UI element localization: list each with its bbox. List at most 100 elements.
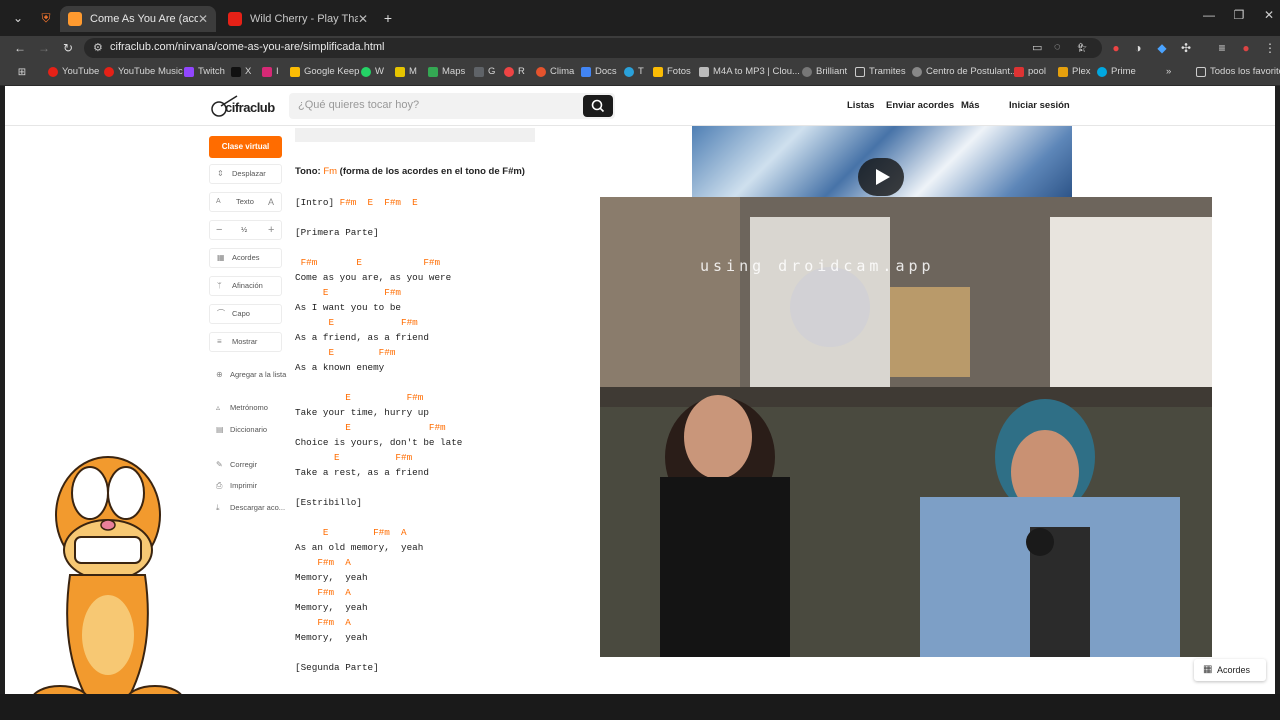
profile-avatar-icon[interactable]: ●: [1238, 40, 1254, 56]
capo-button[interactable]: ⌒ Capo: [209, 304, 282, 324]
lyric-line: Memory, yeah: [295, 602, 368, 613]
chord-line[interactable]: E F#m: [295, 392, 423, 404]
all-bookmarks[interactable]: Todos los favoritos: [1196, 66, 1280, 77]
chord-line[interactable]: E F#m: [295, 347, 395, 359]
reload-icon[interactable]: ↻: [60, 40, 76, 56]
address-bar[interactable]: ⚙ cifraclub.com/nirvana/come-as-you-are/…: [84, 38, 1102, 58]
floating-chords-button[interactable]: ▦ Acordes: [1194, 659, 1266, 681]
hide-icon[interactable]: ◌: [1054, 41, 1061, 53]
download-button[interactable]: ⤓ Descargar aco...: [213, 503, 285, 512]
new-tab-button[interactable]: +: [380, 10, 396, 26]
close-icon[interactable]: ✕: [198, 12, 208, 26]
search-button[interactable]: [583, 95, 613, 117]
dictionary-button[interactable]: ▤ Diccionario: [213, 425, 267, 434]
clase-virtual-button[interactable]: Clase virtual: [209, 136, 282, 158]
intro-line: [Intro] F#m E F#m E: [295, 197, 418, 209]
forward-icon[interactable]: →: [36, 40, 52, 56]
section-label: [Primera Parte]: [295, 227, 379, 238]
chord-line[interactable]: E F#m: [295, 452, 412, 464]
chord-sequence[interactable]: F#m E F#m E: [340, 197, 418, 208]
tab-come-as-you-are[interactable]: Come As You Are (acordes) - N ✕: [60, 6, 216, 32]
bookmarks-overflow-button[interactable]: »: [1166, 66, 1171, 77]
cifraclub-logo[interactable]: cifraclub: [211, 94, 283, 118]
bookmark-brilliant[interactable]: Brilliant: [802, 66, 847, 77]
bookmark-tramites[interactable]: Tramites: [855, 66, 906, 77]
bookmark-maps[interactable]: Maps: [428, 66, 465, 77]
bookmark-docs[interactable]: Docs: [581, 66, 617, 77]
bookmark-centro-postulantes[interactable]: Centro de Postulant...: [912, 66, 1018, 77]
back-icon[interactable]: ←: [12, 40, 28, 56]
chord-line[interactable]: F#m A: [295, 557, 350, 569]
transpose-up-button[interactable]: +: [268, 221, 274, 239]
bookmark-r[interactable]: R: [504, 66, 525, 77]
bookmark-twitch[interactable]: Twitch: [184, 66, 225, 77]
youtube-music-icon: [104, 66, 114, 77]
apps-grid-icon[interactable]: ⊞: [14, 65, 30, 81]
cast-icon[interactable]: ▭: [1032, 41, 1042, 54]
bookmark-instagram[interactable]: I: [262, 66, 279, 77]
extensions-puzzle-icon[interactable]: ✣: [1178, 40, 1194, 56]
bookmark-youtube[interactable]: YouTube: [48, 66, 99, 77]
tuning-button[interactable]: ᛘ Afinación: [209, 276, 282, 296]
lyric-line: Memory, yeah: [295, 572, 368, 583]
bookmark-star-icon[interactable]: ☆: [1074, 40, 1090, 56]
print-button[interactable]: ⎙ Imprimir: [213, 481, 257, 490]
tone-key[interactable]: Fm: [323, 166, 337, 177]
autoscroll-button[interactable]: ⇕ Desplazar: [209, 164, 282, 184]
site-header: cifraclub ¿Qué quieres tocar hoy? Listas…: [5, 86, 1275, 126]
text-bigger-button[interactable]: A: [268, 193, 274, 211]
chord-line[interactable]: F#m E F#m: [295, 257, 440, 269]
section-label: [Estribillo]: [295, 497, 362, 508]
bookmark-g[interactable]: G: [474, 66, 495, 77]
extension-icon[interactable]: ●: [1108, 40, 1124, 56]
bookmark-clima[interactable]: Clima: [536, 66, 574, 77]
chord-line[interactable]: E F#m: [295, 287, 401, 299]
show-button[interactable]: ≡ Mostrar: [209, 332, 282, 352]
play-button[interactable]: [858, 158, 904, 196]
login-link[interactable]: Iniciar sesión: [1009, 100, 1070, 111]
add-to-list-button[interactable]: ⊕ Agregar a la lista: [213, 370, 286, 379]
bookmark-pool[interactable]: pool: [1014, 66, 1046, 77]
webcam-overlay: using droidcam.app: [600, 197, 1212, 657]
bookmark-prime[interactable]: Prime: [1097, 66, 1136, 77]
bookmark-whatsapp[interactable]: W: [361, 66, 384, 77]
nav-enviar-acordes[interactable]: Enviar acordes: [886, 100, 954, 111]
minimize-icon[interactable]: —: [1194, 8, 1224, 22]
text-smaller-button[interactable]: A: [216, 193, 221, 211]
brave-shield-icon[interactable]: ⛨: [38, 10, 54, 26]
correct-button[interactable]: ✎ Corregir: [213, 460, 257, 469]
lyric-line: As a known enemy: [295, 362, 385, 373]
bookmark-plex[interactable]: Plex: [1058, 66, 1090, 77]
menu-dots-icon[interactable]: ⋮: [1262, 40, 1278, 56]
bookmark-m4a-to-mp3[interactable]: M4A to MP3 | Clou...: [699, 66, 800, 77]
close-window-icon[interactable]: ✕: [1254, 8, 1280, 22]
bookmark-x[interactable]: X: [231, 66, 251, 77]
youtube-player[interactable]: [692, 126, 1072, 198]
bookmark-youtube-music[interactable]: YouTube Music: [104, 66, 183, 77]
extension-icon[interactable]: ◆: [1154, 40, 1170, 56]
reading-list-icon[interactable]: ≡: [1214, 40, 1230, 56]
bookmark-fotos[interactable]: Fotos: [653, 66, 691, 77]
nav-mas[interactable]: Más: [961, 100, 979, 111]
chord-line[interactable]: F#m A: [295, 617, 350, 629]
site-info-icon[interactable]: ⚙: [93, 41, 103, 54]
metronome-button[interactable]: ▵ Metrónomo: [213, 403, 268, 412]
nav-listas[interactable]: Listas: [847, 100, 874, 111]
chord-line[interactable]: F#m A: [295, 587, 350, 599]
search-input[interactable]: ¿Qué quieres tocar hoy?: [289, 93, 615, 119]
chord-line[interactable]: E F#m: [295, 422, 445, 434]
chords-button[interactable]: ▦ Acordes: [209, 248, 282, 268]
url-text: cifraclub.com/nirvana/come-as-you-are/si…: [110, 41, 385, 53]
extension-icon[interactable]: ◑: [1130, 40, 1146, 56]
bookmark-telegram[interactable]: T: [624, 66, 644, 77]
tab-wild-cherry[interactable]: Wild Cherry - Play That Funky M ✕: [220, 6, 376, 32]
bookmark-google-keep[interactable]: Google Keep: [290, 66, 359, 77]
chord-line[interactable]: E F#m A: [295, 527, 407, 539]
cifraclub-favicon-icon: [68, 12, 82, 26]
chord-line[interactable]: E F#m: [295, 317, 417, 329]
transpose-down-button[interactable]: −: [216, 221, 222, 239]
close-icon[interactable]: ✕: [358, 12, 368, 26]
bookmark-m[interactable]: M: [395, 66, 417, 77]
tab-search-icon[interactable]: ⌄: [10, 10, 26, 26]
restore-icon[interactable]: ❐: [1224, 8, 1254, 22]
